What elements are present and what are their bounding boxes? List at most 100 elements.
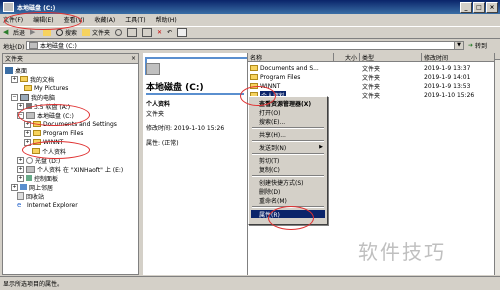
move-to-button[interactable] — [127, 28, 138, 37]
folder-tree-pane: 文件夹 × 桌面 + 我的文档 My Pictures − 我的电脑 +3.5 软盘… — [2, 53, 139, 275]
up-button[interactable] — [43, 29, 52, 36]
back-arrow-icon: ◀ — [3, 28, 9, 36]
tree-item-recycle-bin[interactable]: 回收站 — [17, 192, 44, 201]
network-icon — [20, 184, 27, 190]
column-header-name[interactable]: 名称 — [248, 53, 334, 62]
context-item-copy[interactable]: 复制(C) — [251, 165, 325, 174]
chevron-down-icon[interactable]: ▼ — [454, 42, 463, 49]
copy-to-button[interactable] — [142, 28, 153, 37]
back-button[interactable]: ◀ 后退 — [3, 28, 25, 38]
go-button[interactable]: ➜ 转到 — [468, 41, 487, 50]
file-row-type: 文件夹 — [362, 74, 381, 82]
context-item-cut[interactable]: 剪切(T) — [251, 156, 325, 165]
menu-help[interactable]: 帮助(H) — [156, 15, 177, 24]
expand-icon[interactable]: + — [17, 174, 24, 182]
history-button[interactable] — [115, 29, 123, 36]
tree-item-network-drive-e[interactable]: + 个人资料 在 "XINHaoft" 上 (E:) — [17, 165, 123, 174]
control-panel-icon — [26, 175, 32, 181]
maximize-button[interactable]: □ — [473, 2, 485, 13]
folder-icon — [33, 130, 41, 136]
context-item-open[interactable]: 打开(O) — [251, 108, 325, 117]
tree-item-my-pictures[interactable]: My Pictures — [24, 84, 68, 92]
column-header-type[interactable]: 类型 — [360, 53, 422, 62]
file-row-type: 文件夹 — [362, 92, 381, 100]
history-icon — [115, 29, 123, 36]
undo-icon: ↶ — [167, 29, 173, 36]
tree-item-internet-explorer[interactable]: e Internet Explorer — [17, 201, 78, 209]
network-drive-icon — [26, 165, 35, 173]
info-drive-icon — [146, 63, 160, 75]
close-button[interactable]: × — [486, 2, 498, 13]
context-item-sharing[interactable]: 共享(H)... — [251, 130, 325, 139]
file-row-documents-and-settings[interactable]: Documents and S... — [250, 64, 319, 72]
context-item-rename[interactable]: 重命名(M) — [251, 196, 325, 205]
menu-favorites[interactable]: 收藏(A) — [94, 15, 115, 24]
delete-icon: ✕ — [157, 29, 163, 36]
expand-icon[interactable]: + — [24, 129, 31, 137]
tree-item-desktop[interactable]: 桌面 — [5, 66, 27, 75]
tree-item-network-places[interactable]: + 网上邻居 — [11, 183, 53, 192]
address-bar: 地址(D) 本地磁盘 (C:) ▼ ➜ 转到 — [0, 40, 500, 52]
context-item-send-to[interactable]: 发送到(N) — [251, 143, 325, 152]
scroll-up-arrow-icon[interactable] — [495, 53, 500, 60]
forward-button[interactable]: ▶ — [30, 29, 38, 36]
toolbar: ◀ 后退 ▶ 搜索 文件夹 ✕ ↶ — [0, 26, 500, 39]
address-input[interactable]: 本地磁盘 (C:) ▼ — [26, 41, 464, 50]
column-header-size[interactable]: 大小 — [334, 53, 360, 62]
go-label: 转到 — [475, 43, 488, 50]
search-icon — [56, 29, 64, 36]
views-icon — [177, 28, 188, 37]
context-item-delete[interactable]: 删除(D) — [251, 187, 325, 196]
tree-item-control-panel[interactable]: + 控制面板 — [17, 174, 58, 183]
info-divider — [146, 93, 244, 95]
folder-icon — [250, 65, 258, 71]
info-title: 本地磁盘 (C:) — [146, 83, 204, 93]
views-button[interactable] — [177, 28, 188, 37]
explorer-window: 本地磁盘 (C:) _ □ × 文件(F) 编辑(E) 查看(V) 收藏(A) … — [0, 0, 500, 290]
folder-icon — [250, 74, 258, 80]
minimize-button[interactable]: _ — [460, 2, 472, 13]
copy-to-icon — [142, 28, 153, 37]
move-to-icon — [127, 28, 138, 37]
folders-button[interactable]: 文件夹 — [82, 28, 110, 37]
up-folder-icon — [43, 29, 52, 36]
collapse-icon[interactable]: − — [11, 93, 18, 101]
expand-icon[interactable]: + — [17, 156, 24, 164]
file-row-type: 文件夹 — [362, 83, 381, 91]
expand-icon[interactable]: + — [17, 165, 24, 173]
expand-icon[interactable]: + — [11, 75, 18, 83]
web-view-graphic — [145, 57, 247, 75]
file-row-date: 2019-1-10 15:26 — [424, 91, 475, 99]
vertical-scrollbar[interactable] — [494, 53, 500, 275]
computer-icon — [20, 93, 29, 101]
tree-item-my-documents[interactable]: + 我的文档 — [11, 75, 54, 84]
file-row-type: 文件夹 — [362, 65, 381, 73]
column-header-modified[interactable]: 修改时间 — [422, 53, 495, 62]
folders-label: 文件夹 — [92, 30, 111, 37]
cd-icon — [26, 156, 33, 164]
search-button[interactable]: 搜索 — [56, 28, 77, 37]
context-item-create-shortcut[interactable]: 创建快捷方式(S) — [251, 178, 325, 187]
search-label: 搜索 — [65, 30, 78, 37]
internet-explorer-icon: e — [17, 200, 22, 209]
drive-icon — [29, 42, 38, 49]
info-item-name: 个人资料 — [146, 101, 171, 108]
address-label: 地址(D) — [3, 43, 25, 51]
file-row-program-files[interactable]: Program Files — [250, 73, 300, 81]
menu-tools[interactable]: 工具(T) — [125, 15, 145, 24]
desktop-icon — [5, 66, 13, 74]
web-view-info-panel: 本地磁盘 (C:) 个人资料 文件夹 修改时间: 2019-1-10 15:26… — [143, 53, 247, 275]
info-modified: 修改时间: 2019-1-10 15:26 — [146, 125, 225, 132]
undo-button[interactable]: ↶ — [167, 29, 172, 36]
delete-button[interactable]: ✕ — [157, 29, 162, 36]
status-text: 显示所选项目的属性。 — [3, 281, 64, 288]
context-item-search[interactable]: 搜索(E)... — [251, 117, 325, 126]
annotation-circle-properties — [268, 206, 314, 230]
tree-item-my-computer[interactable]: − 我的电脑 — [11, 93, 55, 102]
close-icon[interactable]: × — [131, 55, 136, 62]
tree-item-program-files[interactable]: + Program Files — [24, 129, 83, 137]
info-item-type: 文件夹 — [146, 111, 165, 118]
expand-icon[interactable]: + — [11, 183, 18, 191]
folder-icon — [24, 85, 32, 91]
window-title: 本地磁盘 (C:) — [17, 4, 56, 12]
